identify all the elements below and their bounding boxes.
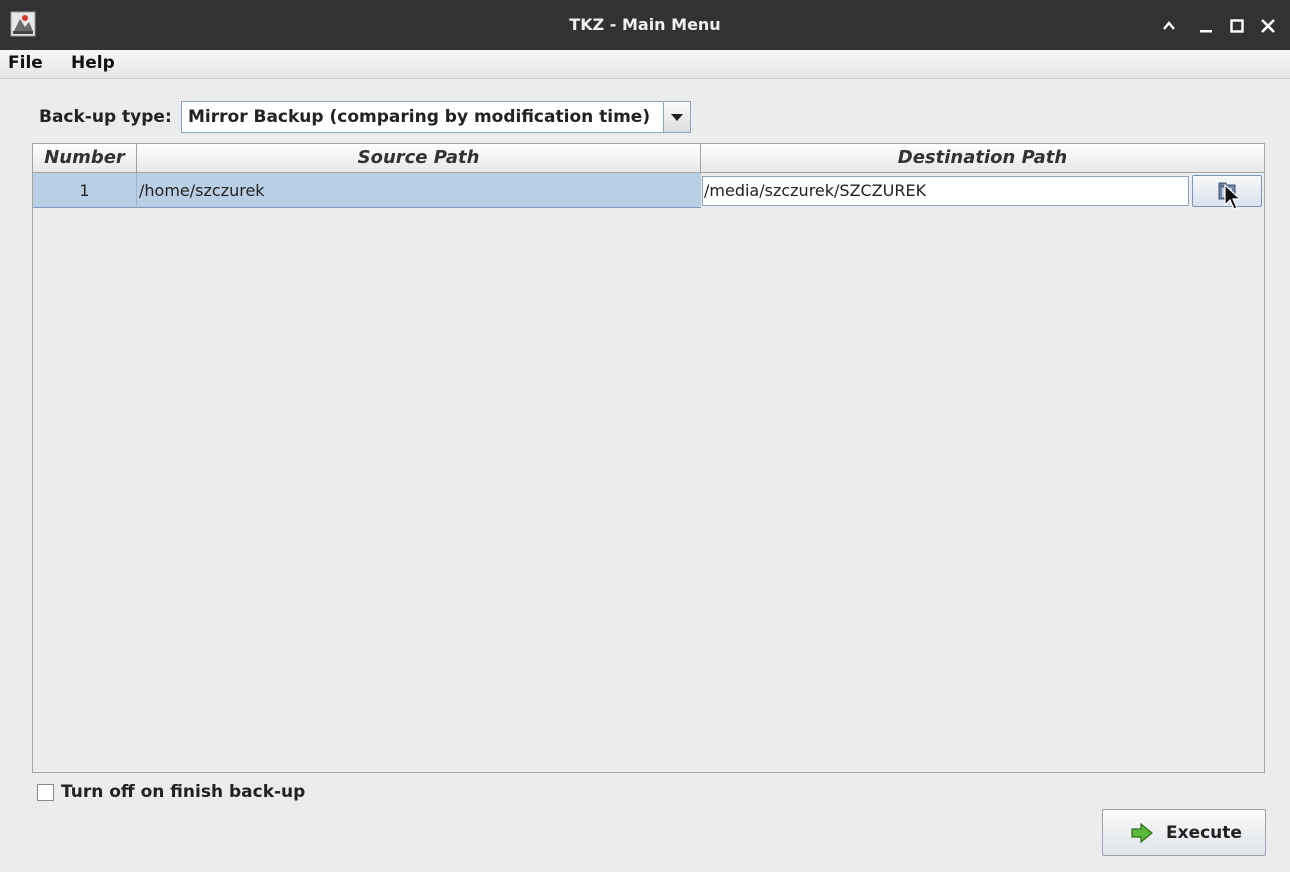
- column-header-destination[interactable]: Destination Path: [701, 144, 1264, 172]
- destination-path-field[interactable]: /media/szczurek/SZCZUREK: [702, 176, 1189, 206]
- table-row[interactable]: 1 /home/szczurek /media/szczurek/SZCZURE…: [33, 173, 1264, 208]
- arrow-right-icon: [1131, 822, 1153, 844]
- chevron-down-icon: [671, 114, 683, 121]
- mouse-cursor-icon: [1224, 184, 1242, 210]
- dropdown-button[interactable]: [663, 102, 690, 132]
- row-number-cell[interactable]: 1: [33, 173, 137, 208]
- turn-off-checkbox[interactable]: [37, 784, 54, 801]
- backup-table: Number Source Path Destination Path 1 /h…: [32, 143, 1265, 773]
- close-icon[interactable]: [1259, 17, 1277, 35]
- backup-type-select[interactable]: Mirror Backup (comparing by modification…: [181, 101, 691, 133]
- turn-off-label[interactable]: Turn off on finish back-up: [61, 782, 305, 802]
- table-header: Number Source Path Destination Path: [33, 144, 1264, 173]
- column-header-number[interactable]: Number: [33, 144, 137, 172]
- chevron-up-icon[interactable]: [1160, 17, 1178, 35]
- backup-type-value: Mirror Backup (comparing by modification…: [188, 107, 651, 127]
- window-title: TKZ - Main Menu: [569, 15, 721, 34]
- title-bar[interactable]: TKZ - Main Menu: [0, 0, 1290, 50]
- menu-file[interactable]: File: [8, 53, 43, 73]
- maximize-icon[interactable]: [1228, 17, 1246, 35]
- column-header-source[interactable]: Source Path: [137, 144, 701, 172]
- source-path-cell[interactable]: /home/szczurek: [137, 173, 701, 208]
- main-window: TKZ - Main Menu File Help Back-up type: …: [0, 0, 1290, 872]
- execute-button[interactable]: Execute: [1102, 809, 1266, 856]
- menu-help[interactable]: Help: [71, 53, 115, 73]
- execute-label: Execute: [1166, 823, 1242, 843]
- backup-type-label: Back-up type:: [39, 107, 172, 127]
- minimize-icon[interactable]: [1197, 17, 1215, 35]
- menu-bar: File Help: [0, 50, 1290, 79]
